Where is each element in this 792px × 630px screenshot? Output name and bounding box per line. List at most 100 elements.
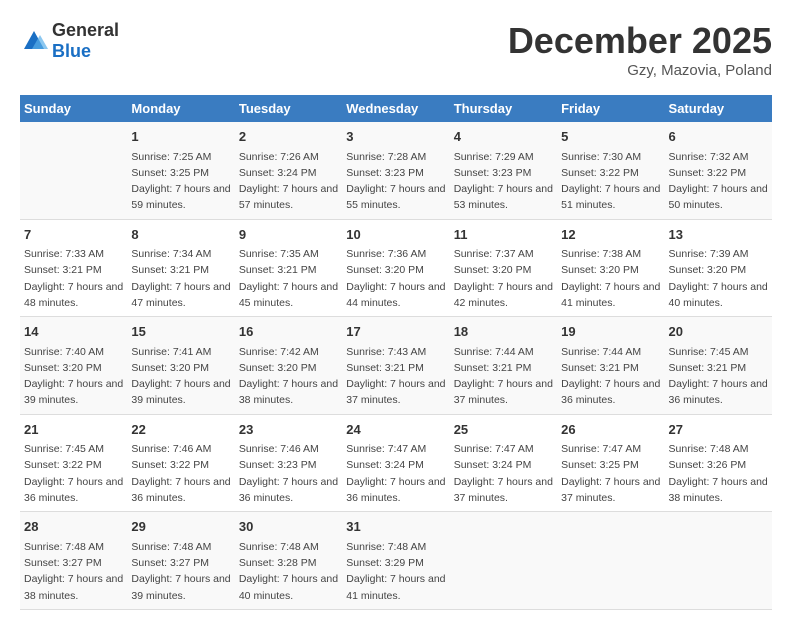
day-number: 22 bbox=[131, 420, 230, 440]
day-number: 2 bbox=[239, 127, 338, 147]
calendar-cell bbox=[557, 512, 664, 610]
day-info: Sunrise: 7:47 AMSunset: 3:24 PMDaylight:… bbox=[346, 441, 445, 506]
day-number: 29 bbox=[131, 517, 230, 537]
day-info: Sunrise: 7:28 AMSunset: 3:23 PMDaylight:… bbox=[346, 149, 445, 214]
calendar-cell: 3Sunrise: 7:28 AMSunset: 3:23 PMDaylight… bbox=[342, 122, 449, 219]
day-info: Sunrise: 7:44 AMSunset: 3:21 PMDaylight:… bbox=[561, 344, 660, 409]
calendar-week-1: 1Sunrise: 7:25 AMSunset: 3:25 PMDaylight… bbox=[20, 122, 772, 219]
logo: General Blue bbox=[20, 20, 119, 62]
calendar-cell: 18Sunrise: 7:44 AMSunset: 3:21 PMDayligh… bbox=[450, 317, 557, 415]
calendar-cell bbox=[20, 122, 127, 219]
col-tuesday: Tuesday bbox=[235, 95, 342, 122]
calendar-cell: 12Sunrise: 7:38 AMSunset: 3:20 PMDayligh… bbox=[557, 219, 664, 317]
day-number: 10 bbox=[346, 225, 445, 245]
day-info: Sunrise: 7:38 AMSunset: 3:20 PMDaylight:… bbox=[561, 246, 660, 311]
day-info: Sunrise: 7:48 AMSunset: 3:26 PMDaylight:… bbox=[669, 441, 768, 506]
calendar-cell bbox=[450, 512, 557, 610]
day-info: Sunrise: 7:35 AMSunset: 3:21 PMDaylight:… bbox=[239, 246, 338, 311]
day-number: 13 bbox=[669, 225, 768, 245]
calendar-cell: 14Sunrise: 7:40 AMSunset: 3:20 PMDayligh… bbox=[20, 317, 127, 415]
day-info: Sunrise: 7:37 AMSunset: 3:20 PMDaylight:… bbox=[454, 246, 553, 311]
day-number: 28 bbox=[24, 517, 123, 537]
day-info: Sunrise: 7:48 AMSunset: 3:27 PMDaylight:… bbox=[131, 539, 230, 604]
calendar-cell: 13Sunrise: 7:39 AMSunset: 3:20 PMDayligh… bbox=[665, 219, 772, 317]
day-number: 16 bbox=[239, 322, 338, 342]
calendar-table: Sunday Monday Tuesday Wednesday Thursday… bbox=[20, 95, 772, 610]
calendar-cell: 23Sunrise: 7:46 AMSunset: 3:23 PMDayligh… bbox=[235, 414, 342, 512]
day-info: Sunrise: 7:25 AMSunset: 3:25 PMDaylight:… bbox=[131, 149, 230, 214]
title-area: December 2025 Gzy, Mazovia, Poland bbox=[508, 20, 772, 79]
calendar-cell bbox=[665, 512, 772, 610]
logo-icon bbox=[20, 27, 48, 55]
col-sunday: Sunday bbox=[20, 95, 127, 122]
location-subtitle: Gzy, Mazovia, Poland bbox=[508, 62, 772, 79]
logo-text: General Blue bbox=[52, 20, 119, 62]
calendar-cell: 11Sunrise: 7:37 AMSunset: 3:20 PMDayligh… bbox=[450, 219, 557, 317]
day-info: Sunrise: 7:39 AMSunset: 3:20 PMDaylight:… bbox=[669, 246, 768, 311]
col-thursday: Thursday bbox=[450, 95, 557, 122]
day-number: 8 bbox=[131, 225, 230, 245]
calendar-cell: 29Sunrise: 7:48 AMSunset: 3:27 PMDayligh… bbox=[127, 512, 234, 610]
day-number: 31 bbox=[346, 517, 445, 537]
calendar-cell: 17Sunrise: 7:43 AMSunset: 3:21 PMDayligh… bbox=[342, 317, 449, 415]
calendar-cell: 16Sunrise: 7:42 AMSunset: 3:20 PMDayligh… bbox=[235, 317, 342, 415]
calendar-week-3: 14Sunrise: 7:40 AMSunset: 3:20 PMDayligh… bbox=[20, 317, 772, 415]
calendar-cell: 20Sunrise: 7:45 AMSunset: 3:21 PMDayligh… bbox=[665, 317, 772, 415]
header-row: Sunday Monday Tuesday Wednesday Thursday… bbox=[20, 95, 772, 122]
calendar-cell: 9Sunrise: 7:35 AMSunset: 3:21 PMDaylight… bbox=[235, 219, 342, 317]
calendar-week-4: 21Sunrise: 7:45 AMSunset: 3:22 PMDayligh… bbox=[20, 414, 772, 512]
day-number: 6 bbox=[669, 127, 768, 147]
day-info: Sunrise: 7:29 AMSunset: 3:23 PMDaylight:… bbox=[454, 149, 553, 214]
day-info: Sunrise: 7:47 AMSunset: 3:24 PMDaylight:… bbox=[454, 441, 553, 506]
day-number: 12 bbox=[561, 225, 660, 245]
day-info: Sunrise: 7:40 AMSunset: 3:20 PMDaylight:… bbox=[24, 344, 123, 409]
day-number: 26 bbox=[561, 420, 660, 440]
calendar-week-5: 28Sunrise: 7:48 AMSunset: 3:27 PMDayligh… bbox=[20, 512, 772, 610]
day-number: 20 bbox=[669, 322, 768, 342]
day-info: Sunrise: 7:48 AMSunset: 3:29 PMDaylight:… bbox=[346, 539, 445, 604]
calendar-cell: 27Sunrise: 7:48 AMSunset: 3:26 PMDayligh… bbox=[665, 414, 772, 512]
day-info: Sunrise: 7:33 AMSunset: 3:21 PMDaylight:… bbox=[24, 246, 123, 311]
day-number: 17 bbox=[346, 322, 445, 342]
day-number: 4 bbox=[454, 127, 553, 147]
day-info: Sunrise: 7:42 AMSunset: 3:20 PMDaylight:… bbox=[239, 344, 338, 409]
day-info: Sunrise: 7:48 AMSunset: 3:28 PMDaylight:… bbox=[239, 539, 338, 604]
day-number: 27 bbox=[669, 420, 768, 440]
day-number: 15 bbox=[131, 322, 230, 342]
col-wednesday: Wednesday bbox=[342, 95, 449, 122]
month-title: December 2025 bbox=[508, 20, 772, 62]
day-info: Sunrise: 7:45 AMSunset: 3:22 PMDaylight:… bbox=[24, 441, 123, 506]
day-info: Sunrise: 7:46 AMSunset: 3:22 PMDaylight:… bbox=[131, 441, 230, 506]
day-info: Sunrise: 7:44 AMSunset: 3:21 PMDaylight:… bbox=[454, 344, 553, 409]
day-number: 1 bbox=[131, 127, 230, 147]
calendar-cell: 24Sunrise: 7:47 AMSunset: 3:24 PMDayligh… bbox=[342, 414, 449, 512]
day-number: 14 bbox=[24, 322, 123, 342]
day-number: 11 bbox=[454, 225, 553, 245]
page-header: General Blue December 2025 Gzy, Mazovia,… bbox=[20, 20, 772, 79]
day-info: Sunrise: 7:41 AMSunset: 3:20 PMDaylight:… bbox=[131, 344, 230, 409]
day-info: Sunrise: 7:43 AMSunset: 3:21 PMDaylight:… bbox=[346, 344, 445, 409]
day-number: 24 bbox=[346, 420, 445, 440]
day-info: Sunrise: 7:30 AMSunset: 3:22 PMDaylight:… bbox=[561, 149, 660, 214]
calendar-cell: 5Sunrise: 7:30 AMSunset: 3:22 PMDaylight… bbox=[557, 122, 664, 219]
logo-general: General bbox=[52, 20, 119, 40]
calendar-cell: 25Sunrise: 7:47 AMSunset: 3:24 PMDayligh… bbox=[450, 414, 557, 512]
calendar-cell: 26Sunrise: 7:47 AMSunset: 3:25 PMDayligh… bbox=[557, 414, 664, 512]
calendar-cell: 30Sunrise: 7:48 AMSunset: 3:28 PMDayligh… bbox=[235, 512, 342, 610]
calendar-cell: 2Sunrise: 7:26 AMSunset: 3:24 PMDaylight… bbox=[235, 122, 342, 219]
day-number: 9 bbox=[239, 225, 338, 245]
calendar-cell: 4Sunrise: 7:29 AMSunset: 3:23 PMDaylight… bbox=[450, 122, 557, 219]
calendar-cell: 8Sunrise: 7:34 AMSunset: 3:21 PMDaylight… bbox=[127, 219, 234, 317]
day-number: 23 bbox=[239, 420, 338, 440]
day-info: Sunrise: 7:48 AMSunset: 3:27 PMDaylight:… bbox=[24, 539, 123, 604]
day-number: 19 bbox=[561, 322, 660, 342]
col-monday: Monday bbox=[127, 95, 234, 122]
day-info: Sunrise: 7:47 AMSunset: 3:25 PMDaylight:… bbox=[561, 441, 660, 506]
calendar-cell: 21Sunrise: 7:45 AMSunset: 3:22 PMDayligh… bbox=[20, 414, 127, 512]
logo-blue: Blue bbox=[52, 41, 91, 61]
calendar-cell: 7Sunrise: 7:33 AMSunset: 3:21 PMDaylight… bbox=[20, 219, 127, 317]
day-number: 25 bbox=[454, 420, 553, 440]
day-number: 18 bbox=[454, 322, 553, 342]
calendar-cell: 22Sunrise: 7:46 AMSunset: 3:22 PMDayligh… bbox=[127, 414, 234, 512]
day-info: Sunrise: 7:36 AMSunset: 3:20 PMDaylight:… bbox=[346, 246, 445, 311]
